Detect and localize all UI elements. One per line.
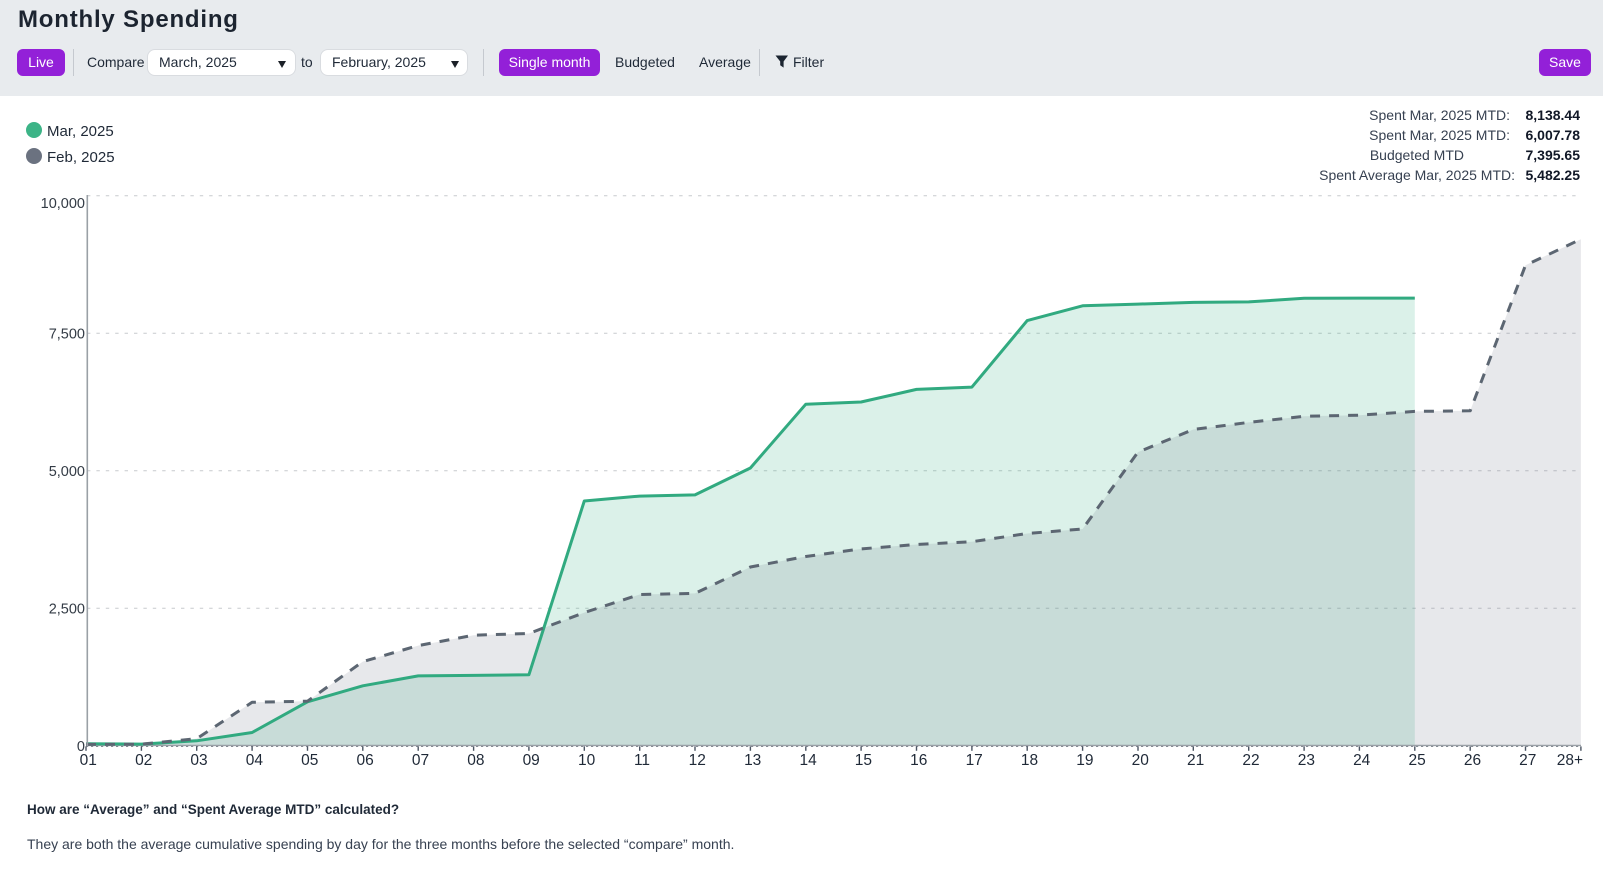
svg-text:5,000: 5,000 bbox=[49, 464, 85, 480]
svg-text:20: 20 bbox=[1132, 752, 1150, 769]
svg-text:02: 02 bbox=[135, 752, 152, 769]
svg-text:21: 21 bbox=[1187, 752, 1204, 769]
svg-text:01: 01 bbox=[80, 752, 97, 769]
svg-text:27: 27 bbox=[1519, 752, 1536, 769]
svg-text:08: 08 bbox=[467, 752, 484, 769]
svg-text:26: 26 bbox=[1464, 752, 1481, 769]
svg-text:06: 06 bbox=[356, 752, 373, 769]
svg-text:28+: 28+ bbox=[1557, 752, 1583, 769]
svg-text:05: 05 bbox=[301, 752, 318, 769]
svg-text:25: 25 bbox=[1408, 752, 1425, 769]
svg-text:09: 09 bbox=[523, 752, 540, 769]
svg-text:17: 17 bbox=[966, 752, 983, 769]
svg-text:7,500: 7,500 bbox=[49, 326, 85, 342]
svg-text:15: 15 bbox=[855, 752, 872, 769]
svg-text:2,500: 2,500 bbox=[49, 602, 85, 618]
svg-text:11: 11 bbox=[634, 752, 650, 769]
svg-text:03: 03 bbox=[190, 752, 207, 769]
svg-text:22: 22 bbox=[1242, 752, 1259, 769]
svg-text:24: 24 bbox=[1353, 752, 1371, 769]
svg-text:10,000: 10,000 bbox=[41, 196, 85, 212]
svg-text:10: 10 bbox=[578, 752, 596, 769]
svg-text:12: 12 bbox=[689, 752, 706, 769]
svg-text:13: 13 bbox=[744, 752, 761, 769]
svg-text:07: 07 bbox=[412, 752, 429, 769]
svg-text:23: 23 bbox=[1298, 752, 1315, 769]
svg-text:16: 16 bbox=[910, 752, 927, 769]
svg-text:14: 14 bbox=[799, 752, 817, 769]
svg-text:19: 19 bbox=[1076, 752, 1093, 769]
svg-text:18: 18 bbox=[1021, 752, 1038, 769]
svg-text:04: 04 bbox=[246, 752, 264, 769]
